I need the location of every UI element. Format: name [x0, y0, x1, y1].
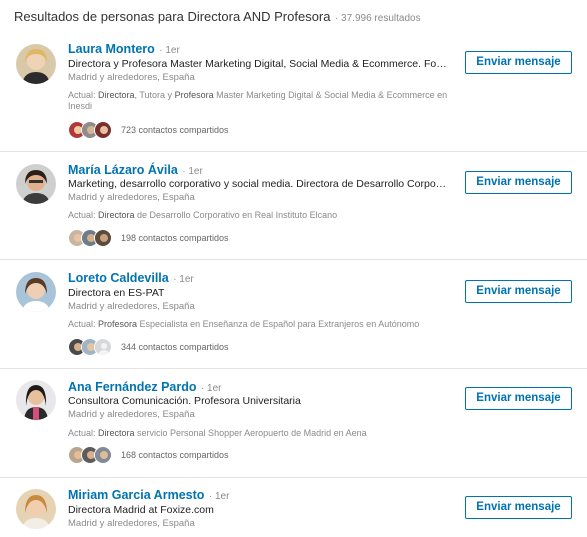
send-message-button[interactable]: Enviar mensaje: [465, 496, 572, 519]
current-label: Actual:: [68, 210, 99, 220]
current-label: Actual:: [68, 90, 99, 100]
current-keyword: Directora: [98, 210, 135, 220]
shared-connections-count[interactable]: 344 contactos compartidos: [121, 342, 229, 352]
location: Madrid y alrededores, España: [68, 72, 195, 83]
current-keyword: Profesora: [98, 319, 138, 329]
shared-avatar: [94, 446, 112, 464]
shared-connections[interactable]: 168 contactos compartidos: [68, 446, 229, 464]
shared-connections[interactable]: 344 contactos compartidos: [68, 338, 229, 356]
current-position: Actual: Directora servicio Personal Shop…: [68, 428, 448, 439]
person-result: Miriam Garcia Armesto · 1er Directora Ma…: [0, 478, 587, 537]
current-position: Actual: Directora, Tutora y Profesora Ma…: [68, 90, 448, 112]
shared-avatar: [94, 121, 112, 139]
headline: Directora Madrid at Foxize.com: [68, 504, 214, 516]
person-result: Loreto Caldevilla · 1er Directora en ES-…: [0, 260, 587, 369]
shared-connections-count[interactable]: 198 contactos compartidos: [121, 233, 229, 243]
send-message-button[interactable]: Enviar mensaje: [465, 51, 572, 74]
results-header: Resultados de personas para Directora AN…: [14, 8, 421, 28]
headline: Directora y Profesora Master Marketing D…: [68, 58, 448, 70]
current-position: Actual: Directora de Desarrollo Corporat…: [68, 210, 448, 221]
avatar[interactable]: [16, 489, 56, 529]
person-result: María Lázaro Ávila · 1er Marketing, desa…: [0, 152, 587, 260]
location: Madrid y alrededores, España: [68, 518, 195, 529]
current-label: Actual:: [68, 428, 99, 438]
send-message-button[interactable]: Enviar mensaje: [465, 387, 572, 410]
current-text: de Desarrollo Corporativo en Real Instit…: [134, 210, 338, 220]
connection-degree: · 1er: [208, 491, 230, 502]
avatar[interactable]: [16, 44, 56, 84]
send-message-button[interactable]: Enviar mensaje: [465, 171, 572, 194]
avatar[interactable]: [16, 272, 56, 312]
person-name[interactable]: María Lázaro Ávila: [68, 163, 178, 177]
person-name[interactable]: Ana Fernández Pardo: [68, 380, 197, 394]
person-result: Ana Fernández Pardo · 1er Consultora Com…: [0, 369, 587, 478]
shared-connections-count[interactable]: 168 contactos compartidos: [121, 450, 229, 460]
results-count: · 37.996 resultados: [334, 13, 421, 24]
headline: Consultora Comunicación. Profesora Unive…: [68, 395, 301, 407]
shared-avatar: [94, 229, 112, 247]
avatar[interactable]: [16, 164, 56, 204]
current-keyword: Directora: [98, 428, 135, 438]
shared-connections-count[interactable]: 723 contactos compartidos: [121, 125, 229, 135]
connection-degree: · 1er: [173, 274, 194, 285]
default-avatar-icon: [94, 338, 112, 356]
person-name[interactable]: Miriam Garcia Armesto: [68, 488, 204, 502]
person-name[interactable]: Laura Montero: [68, 42, 155, 56]
person-result: Laura Montero · 1er Directora y Profesor…: [0, 36, 587, 152]
current-keyword: Directora: [98, 90, 135, 100]
location: Madrid y alrededores, España: [68, 409, 195, 420]
person-name[interactable]: Loreto Caldevilla: [68, 271, 169, 285]
current-label: Actual:: [68, 319, 99, 329]
send-message-button[interactable]: Enviar mensaje: [465, 280, 572, 303]
avatar[interactable]: [16, 380, 56, 420]
shared-connections[interactable]: 723 contactos compartidos: [68, 121, 229, 139]
current-keyword: Profesora: [174, 90, 214, 100]
headline: Directora en ES-PAT: [68, 287, 165, 299]
connection-degree: · 1er: [182, 166, 203, 177]
shared-connections[interactable]: 198 contactos compartidos: [68, 229, 229, 247]
connection-degree: · 1er: [159, 45, 180, 56]
connection-degree: · 1er: [200, 383, 222, 394]
current-text: Especialista en Enseñanza de Español par…: [137, 319, 420, 329]
headline: Marketing, desarrollo corporativo y soci…: [68, 178, 448, 190]
location: Madrid y alrededores, España: [68, 301, 195, 312]
location: Madrid y alrededores, España: [68, 192, 195, 203]
current-position: Actual: Profesora Especialista en Enseña…: [68, 319, 448, 330]
current-text: , Tutora y: [134, 90, 175, 100]
results-title: Resultados de personas para Directora AN…: [14, 9, 331, 24]
current-text: servicio Personal Shopper Aeropuerto de …: [134, 428, 367, 438]
